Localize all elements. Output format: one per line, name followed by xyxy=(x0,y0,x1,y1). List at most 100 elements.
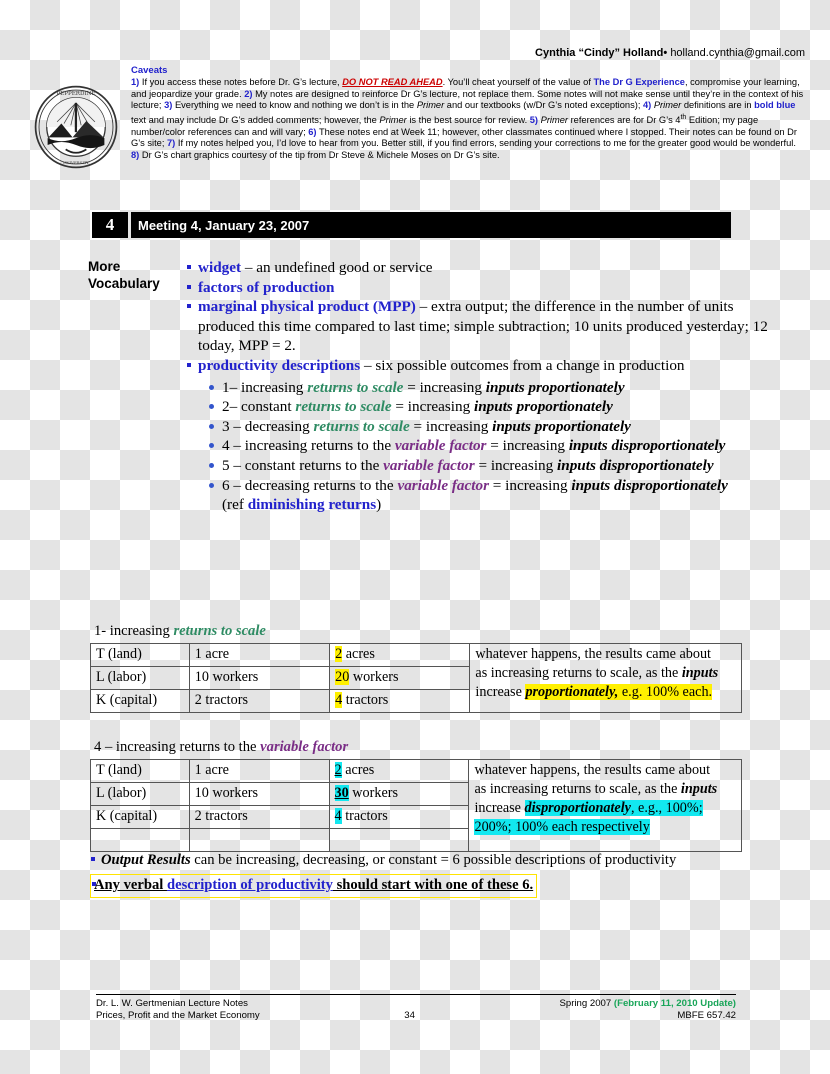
output-results-text: can be increasing, decreasing, or consta… xyxy=(190,852,677,868)
description-number: 6 – xyxy=(222,476,241,494)
list-item: 5 – constant returns to the variable fac… xyxy=(208,456,788,476)
callout-part-b: should start with one of these 6. xyxy=(332,877,534,893)
vocabulary-list: widget – an undefined good or service fa… xyxy=(186,258,788,515)
description-highlight: returns to scale xyxy=(307,378,404,396)
unit-label: acres xyxy=(341,762,375,778)
description-pre: increasing returns to the xyxy=(240,437,395,455)
description-number: 3 – xyxy=(222,417,241,435)
cell-factor: T (land) xyxy=(90,643,190,667)
description-highlight: variable factor xyxy=(383,456,475,474)
page-header: PEPPERDINE UNIVERSITY Cynthia “Cindy” Ho… xyxy=(25,47,805,170)
vocab-term: productivity descriptions xyxy=(198,356,361,374)
caveats-heading: Caveats xyxy=(131,64,168,76)
note-line-3c: , e.g., 100%; xyxy=(630,800,703,816)
cell-after: 4 tractors xyxy=(329,689,471,713)
caveat-text-3a: Everything we need to know and nothing w… xyxy=(172,100,417,111)
description-pre: increasing xyxy=(237,378,308,396)
caption-pre: 4 – increasing returns to the xyxy=(94,739,261,755)
caveat-num-5: 5) xyxy=(529,115,539,126)
primer-ref-1: Primer xyxy=(416,100,445,111)
note-inputs: inputs xyxy=(681,665,719,681)
highlighted-value: 20 xyxy=(335,669,350,685)
description-pre: decreasing xyxy=(240,417,314,435)
description-pre: decreasing returns to the xyxy=(240,476,398,494)
caveat-text-1a: If you access these notes before Dr. G’s… xyxy=(139,77,343,88)
description-post: = increasing xyxy=(409,417,493,435)
cell-before: 1 acre xyxy=(188,759,330,783)
primer-ref-3: Primer xyxy=(379,115,407,126)
factors-table-2: T (land) 1 acre 2 acres whatever happens… xyxy=(90,759,742,852)
footer-right: Spring 2007 (February 11, 2010 Update) M… xyxy=(559,998,736,1022)
footer-content: Dr. L. W. Gertmenian Lecture Notes Price… xyxy=(96,998,736,1022)
description-number: 4 – xyxy=(222,437,241,455)
vocab-definition: – an undefined good or service xyxy=(241,259,433,276)
cell-empty xyxy=(328,828,470,852)
list-item: 6 – decreasing returns to the variable f… xyxy=(208,476,788,496)
note-inputs: inputs xyxy=(680,781,718,797)
note-line-2: as increasing returns to scale, as the i… xyxy=(474,780,736,799)
caption-pre: 1- increasing xyxy=(94,623,174,639)
list-item: 1– increasing returns to scale = increas… xyxy=(208,378,788,398)
cell-before: 10 workers xyxy=(188,782,330,806)
caveat-text-3b: and our textbooks (w/Dr G’s noted except… xyxy=(444,100,643,111)
vocab-item-widget: widget – an undefined good or service xyxy=(186,258,788,278)
vocabulary-section: More Vocabulary widget – an undefined go… xyxy=(88,258,788,515)
description-post: = increasing xyxy=(474,456,558,474)
footer-update-stamp: (February 11, 2010 Update) xyxy=(613,998,736,1009)
primer-ref-2: Primer xyxy=(653,100,682,111)
document-page: PEPPERDINE UNIVERSITY Cynthia “Cindy” Ho… xyxy=(0,0,830,1074)
footer-course-notes: Dr. L. W. Gertmenian Lecture Notes xyxy=(96,998,248,1009)
cell-before: 10 workers xyxy=(188,666,331,690)
factors-table-1: T (land) 1 acre 2 acres whatever happens… xyxy=(90,643,742,713)
ref-term: diminishing returns xyxy=(247,496,377,514)
table-caption: 4 – increasing returns to the variable f… xyxy=(90,739,742,756)
footer-left: Dr. L. W. Gertmenian Lecture Notes Price… xyxy=(96,998,260,1022)
byline-separator: • xyxy=(663,47,668,59)
page-footer: Dr. L. W. Gertmenian Lecture Notes Price… xyxy=(96,994,736,1022)
productivity-descriptions-list: 1– increasing returns to scale = increas… xyxy=(208,378,788,515)
description-highlight: variable factor xyxy=(397,476,489,494)
footer-page-number: 34 xyxy=(404,1010,415,1021)
callout-part-a: Any verbal xyxy=(94,877,167,893)
footer-course-code: MBFE 657.42 xyxy=(677,1010,736,1021)
description-highlight: returns to scale xyxy=(313,417,410,435)
note-line-2: as increasing returns to scale, as the i… xyxy=(475,664,736,683)
description-tail: inputs disproportionately xyxy=(568,437,726,455)
author-byline: Cynthia “Cindy” Holland• holland.cynthia… xyxy=(131,47,805,60)
footer-term: Spring 2007 xyxy=(559,998,614,1009)
footer-term-line: Spring 2007 (February 11, 2010 Update) xyxy=(559,998,736,1010)
highlighted-value: 4 xyxy=(334,808,342,824)
description-post: = increasing xyxy=(486,437,569,455)
description-pre: constant returns to the xyxy=(240,456,384,474)
description-tail: inputs proportionately xyxy=(492,417,631,435)
caveat-num-6: 6) xyxy=(308,126,317,137)
vocab-item-mpp: marginal physical product (MPP) – extra … xyxy=(186,297,788,356)
cell-note: whatever happens, the results came about… xyxy=(468,759,742,852)
highlighted-value: 30 xyxy=(334,785,349,801)
description-tail: inputs disproportionately xyxy=(557,456,714,474)
svg-text:UNIVERSITY: UNIVERSITY xyxy=(63,160,89,165)
any-verbal-description-callout: Any verbal description of productivity s… xyxy=(90,874,538,898)
description-number: 1– xyxy=(222,378,238,396)
unit-label: tractors xyxy=(341,808,388,824)
cell-before: 2 tractors xyxy=(188,689,331,713)
primer-ref-4: Primer xyxy=(540,115,568,126)
author-email[interactable]: holland.cynthia@gmail.com xyxy=(670,47,805,59)
meeting-banner: 4 Meeting 4, January 23, 2007 xyxy=(92,212,731,238)
note-line-1: whatever happens, the results came about xyxy=(475,646,711,662)
cell-after: 2 acres xyxy=(329,643,471,667)
note-proportionately: proportionately, xyxy=(525,684,619,700)
ref-pre: (ref xyxy=(222,496,248,514)
output-results-line: Output Results can be increasing, decrea… xyxy=(90,850,780,871)
output-results-section: Output Results can be increasing, decrea… xyxy=(90,850,780,898)
bold-blue-sample: bold blue xyxy=(754,100,796,111)
table-block-increasing-returns-to-scale: 1- increasing returns to scale T (land) … xyxy=(90,623,742,713)
unit-label: acres xyxy=(342,646,375,662)
cell-factor: K (capital) xyxy=(90,689,190,713)
meeting-title: Meeting 4, January 23, 2007 xyxy=(131,212,731,238)
vocab-term: widget xyxy=(198,259,242,276)
note-line-2a: as increasing returns to scale, as the xyxy=(475,665,682,681)
caveats-text: 1) If you access these notes before Dr. … xyxy=(131,77,805,161)
description-post: = increasing xyxy=(391,398,474,416)
cell-after: 20 workers xyxy=(329,666,471,690)
